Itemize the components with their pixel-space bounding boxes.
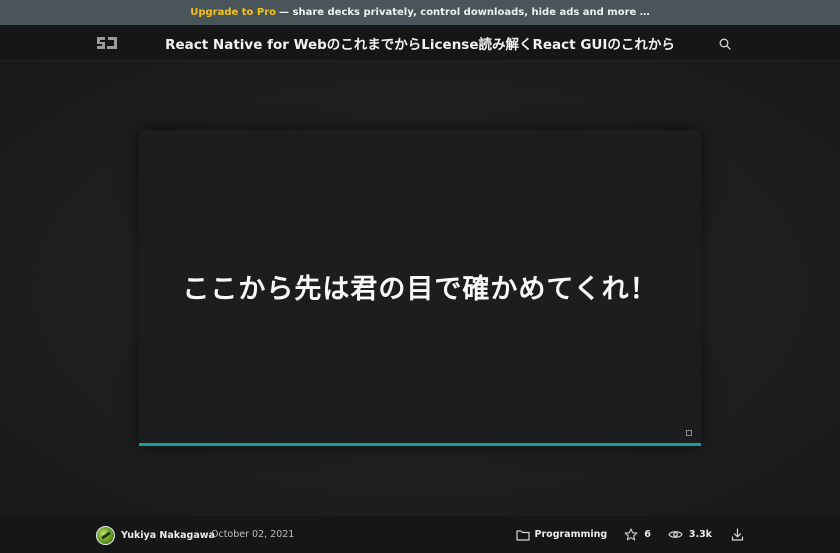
eye-icon — [668, 531, 683, 538]
author-name: Yukiya Nakagawa — [121, 529, 215, 541]
category-link[interactable]: Programming — [515, 529, 608, 541]
download-icon[interactable] — [731, 528, 744, 541]
publish-date: October 02, 2021 — [211, 529, 295, 540]
avatar — [96, 525, 115, 545]
deck-title: React Native for WebのこれまでからLicense読み解くRe… — [165, 37, 675, 53]
star-button[interactable]: 6 — [624, 528, 651, 541]
deck-footer: Yukiya Nakagawa October 02, 2021 Program… — [0, 516, 840, 553]
category-label: Programming — [534, 529, 608, 540]
view-count: 3.3k — [688, 529, 712, 540]
slide-stage: ここから先は君の目で確かめてくれ！ — [0, 61, 840, 516]
star-icon — [624, 528, 638, 541]
speakerdeck-logo-icon[interactable] — [96, 35, 118, 51]
promo-text: — share decks privately, control downloa… — [279, 7, 650, 18]
slide-viewer[interactable]: ここから先は君の目で確かめてくれ！ — [139, 130, 701, 446]
folder-icon — [515, 529, 530, 541]
author-link[interactable]: Yukiya Nakagawa — [96, 525, 215, 545]
star-count: 6 — [644, 529, 651, 540]
upgrade-to-pro-link[interactable]: Upgrade to Pro — [190, 7, 276, 18]
deck-meta: Programming 6 3.3k — [499, 516, 744, 553]
fullscreen-icon[interactable] — [686, 430, 692, 436]
search-icon[interactable] — [717, 36, 733, 52]
slide-progress-bar — [139, 443, 701, 446]
slide-text: ここから先は君の目で確かめてくれ！ — [182, 273, 658, 305]
views-stat: 3.3k — [668, 529, 712, 540]
promo-banner: Upgrade to Pro — share decks privately, … — [0, 0, 840, 25]
top-bar: React Native for WebのこれまでからLicense読み解くRe… — [0, 25, 840, 61]
